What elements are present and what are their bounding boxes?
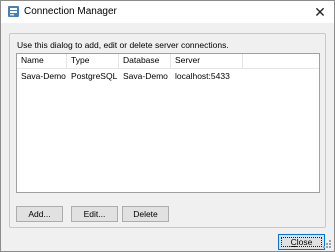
column-header-server[interactable]: Server bbox=[171, 54, 243, 68]
close-button[interactable]: Close bbox=[278, 234, 325, 250]
database-server-icon bbox=[8, 6, 19, 17]
column-header-name[interactable]: Name bbox=[17, 54, 67, 68]
window-title: Connection Manager bbox=[24, 6, 117, 17]
title-bar[interactable]: Connection Manager ✕ bbox=[1, 1, 334, 23]
connections-group: Use this dialog to add, edit or delete s… bbox=[9, 33, 326, 228]
delete-button[interactable]: Delete bbox=[122, 206, 169, 222]
dialog-description: Use this dialog to add, edit or delete s… bbox=[17, 40, 229, 50]
add-button[interactable]: Add... bbox=[16, 206, 63, 222]
connection-row[interactable]: Sava-Demo PostgreSQL Sava-Demo localhost… bbox=[17, 70, 319, 83]
edit-button[interactable]: Edit... bbox=[71, 206, 118, 222]
close-icon[interactable]: ✕ bbox=[306, 1, 334, 23]
cell-type: PostgreSQL bbox=[71, 71, 118, 81]
dialog-body: Use this dialog to add, edit or delete s… bbox=[1, 23, 334, 251]
connection-manager-window: Connection Manager ✕ Use this dialog to … bbox=[0, 0, 335, 252]
cell-name: Sava-Demo bbox=[21, 71, 66, 81]
column-header-type[interactable]: Type bbox=[67, 54, 119, 68]
connections-list[interactable]: Name Type Database Server Sava-Demo Post… bbox=[16, 53, 320, 193]
column-header-database[interactable]: Database bbox=[119, 54, 171, 68]
focus-rect bbox=[281, 237, 322, 247]
cell-database: Sava-Demo bbox=[123, 71, 168, 81]
resize-grip-icon[interactable] bbox=[322, 239, 332, 249]
cell-server: localhost:5433 bbox=[175, 71, 230, 81]
list-header: Name Type Database Server bbox=[17, 54, 319, 69]
